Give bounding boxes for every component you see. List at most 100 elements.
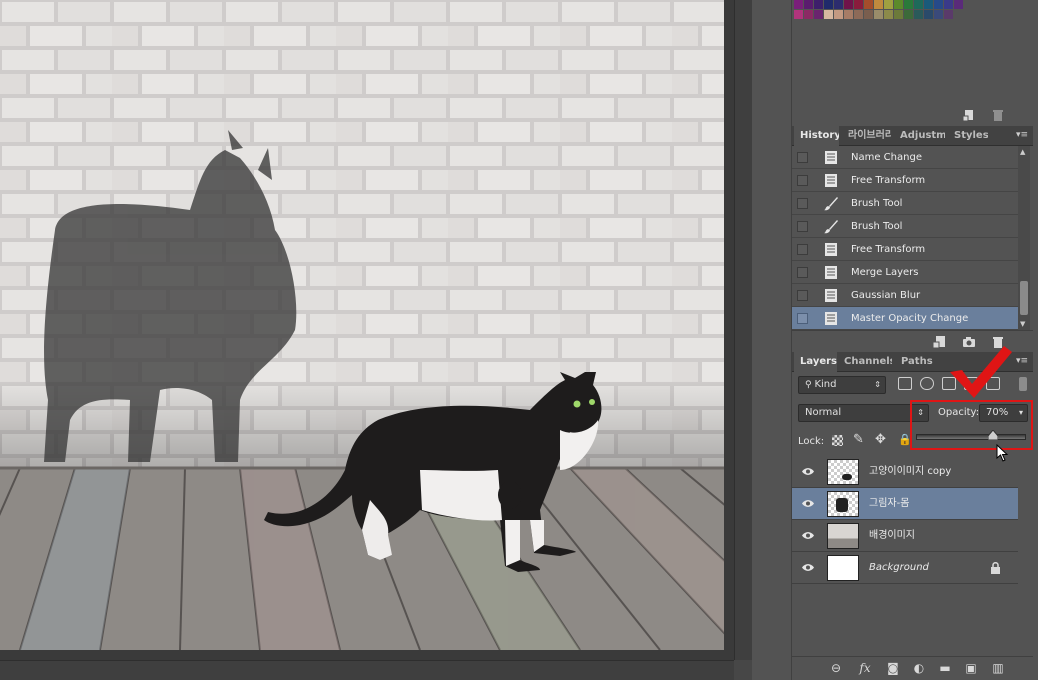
- new-layer-icon[interactable]: ▣: [964, 661, 978, 675]
- history-snapshot-checkbox[interactable]: [797, 244, 808, 255]
- color-swatch[interactable]: [864, 0, 874, 10]
- trash-icon[interactable]: [991, 108, 1005, 122]
- color-swatch[interactable]: [854, 10, 864, 20]
- history-snapshot-checkbox[interactable]: [797, 267, 808, 278]
- document-icon: [825, 174, 837, 187]
- history-state-row[interactable]: Master Opacity Change: [792, 307, 1018, 330]
- brush-icon: [824, 197, 838, 211]
- color-swatch[interactable]: [794, 0, 804, 10]
- canvas-area[interactable]: [0, 0, 752, 680]
- history-state-row[interactable]: Free Transform: [792, 238, 1018, 261]
- layer-name[interactable]: 배경이미지: [869, 520, 915, 552]
- layer-filter-select[interactable]: ⚲ Kind ⇕: [798, 376, 886, 394]
- layer-name[interactable]: 그림자-몸: [869, 488, 909, 520]
- color-swatch[interactable]: [894, 10, 904, 20]
- history-state-row[interactable]: Brush Tool: [792, 192, 1018, 215]
- history-state-row[interactable]: Name Change: [792, 146, 1018, 169]
- color-swatch[interactable]: [904, 0, 914, 10]
- lock-transparent-icon[interactable]: [832, 435, 843, 446]
- color-swatch[interactable]: [844, 10, 854, 20]
- layer-name[interactable]: Background: [869, 552, 929, 584]
- document-icon: [825, 151, 837, 164]
- color-swatch[interactable]: [934, 10, 944, 20]
- scroll-down-arrow-icon[interactable]: ▼: [1020, 320, 1025, 328]
- color-swatch[interactable]: [814, 0, 824, 10]
- color-swatch[interactable]: [824, 0, 834, 10]
- document-canvas[interactable]: [0, 0, 724, 650]
- history-snapshot-checkbox[interactable]: [797, 313, 808, 324]
- color-swatch[interactable]: [794, 10, 804, 20]
- canvas-vertical-scrollbar[interactable]: [734, 0, 752, 680]
- scroll-up-arrow-icon[interactable]: ▲: [1020, 148, 1025, 156]
- layer-row[interactable]: 그림자-몸: [792, 488, 1018, 520]
- color-swatch[interactable]: [954, 0, 964, 10]
- layer-thumbnail: [827, 523, 859, 549]
- lock-icon[interactable]: [990, 562, 1001, 574]
- history-snapshot-checkbox[interactable]: [797, 175, 808, 186]
- mask-icon[interactable]: ◙: [886, 661, 900, 675]
- tab-layers[interactable]: Layers: [794, 352, 837, 373]
- eye-icon[interactable]: [802, 531, 814, 540]
- layer-row[interactable]: 고양이이미지 copy: [792, 456, 1018, 488]
- pixel-filter-icon[interactable]: [898, 377, 912, 390]
- eye-icon[interactable]: [802, 563, 814, 572]
- history-state-row[interactable]: Gaussian Blur: [792, 284, 1018, 307]
- color-swatch[interactable]: [824, 10, 834, 20]
- color-swatch[interactable]: [894, 0, 904, 10]
- history-snapshot-checkbox[interactable]: [797, 152, 808, 163]
- history-state-row[interactable]: Brush Tool: [792, 215, 1018, 238]
- eye-icon[interactable]: [802, 467, 814, 476]
- color-swatch[interactable]: [804, 0, 814, 10]
- color-swatch[interactable]: [874, 10, 884, 20]
- history-snapshot-checkbox[interactable]: [797, 221, 808, 232]
- history-snapshot-checkbox[interactable]: [797, 290, 808, 301]
- color-swatch[interactable]: [944, 10, 954, 20]
- color-swatch[interactable]: [804, 10, 814, 20]
- history-state-row[interactable]: Free Transform: [792, 169, 1018, 192]
- color-swatch[interactable]: [944, 0, 954, 10]
- tab-channels[interactable]: Channels: [838, 352, 892, 372]
- fx-icon[interactable]: fx: [858, 661, 872, 675]
- layer-row[interactable]: 배경이미지: [792, 520, 1018, 552]
- adjustment-filter-icon[interactable]: [920, 377, 934, 390]
- layer-name[interactable]: 고양이이미지 copy: [869, 456, 951, 488]
- history-state-row[interactable]: Merge Layers: [792, 261, 1018, 284]
- lock-position-icon[interactable]: ✥: [875, 432, 886, 447]
- color-swatch[interactable]: [884, 10, 894, 20]
- trash-icon[interactable]: ▥: [991, 661, 1005, 675]
- brush-icon: [824, 220, 838, 234]
- color-swatch[interactable]: [884, 0, 894, 10]
- lock-pixels-brush-icon[interactable]: ✎: [853, 432, 864, 447]
- canvas-horizontal-scrollbar[interactable]: [0, 660, 734, 680]
- history-snapshot-checkbox[interactable]: [797, 198, 808, 209]
- eye-icon[interactable]: [802, 499, 814, 508]
- color-swatch[interactable]: [914, 0, 924, 10]
- color-swatch[interactable]: [834, 0, 844, 10]
- layer-thumbnail: [827, 459, 859, 485]
- tab-styles[interactable]: Styles: [948, 126, 988, 146]
- tab-history[interactable]: History: [794, 126, 839, 147]
- color-swatch[interactable]: [864, 10, 874, 20]
- link-icon[interactable]: ⊖: [829, 661, 843, 675]
- color-swatch[interactable]: [904, 10, 914, 20]
- adjustment-icon[interactable]: ◐: [912, 661, 926, 675]
- history-scrollbar[interactable]: ▲ ▼: [1018, 146, 1030, 330]
- color-swatch[interactable]: [934, 0, 944, 10]
- color-swatch[interactable]: [834, 10, 844, 20]
- history-scroll-thumb[interactable]: [1020, 281, 1028, 315]
- color-swatch[interactable]: [814, 10, 824, 20]
- color-swatch[interactable]: [874, 0, 884, 10]
- color-swatch[interactable]: [844, 0, 854, 10]
- tab-libraries[interactable]: 라이브러리: [842, 126, 891, 146]
- tab-paths[interactable]: Paths: [895, 352, 933, 372]
- new-swatch-icon[interactable]: [962, 108, 976, 122]
- layer-row[interactable]: Background: [792, 552, 1018, 584]
- color-swatch[interactable]: [924, 10, 934, 20]
- color-swatch[interactable]: [924, 0, 934, 10]
- tab-adjustments[interactable]: Adjustme: [894, 126, 945, 146]
- color-swatch[interactable]: [854, 0, 864, 10]
- history-state-label: Free Transform: [851, 175, 926, 186]
- color-swatch[interactable]: [914, 10, 924, 20]
- folder-icon[interactable]: ▬: [938, 661, 952, 675]
- panel-menu-icon[interactable]: ▾≡: [1016, 130, 1030, 140]
